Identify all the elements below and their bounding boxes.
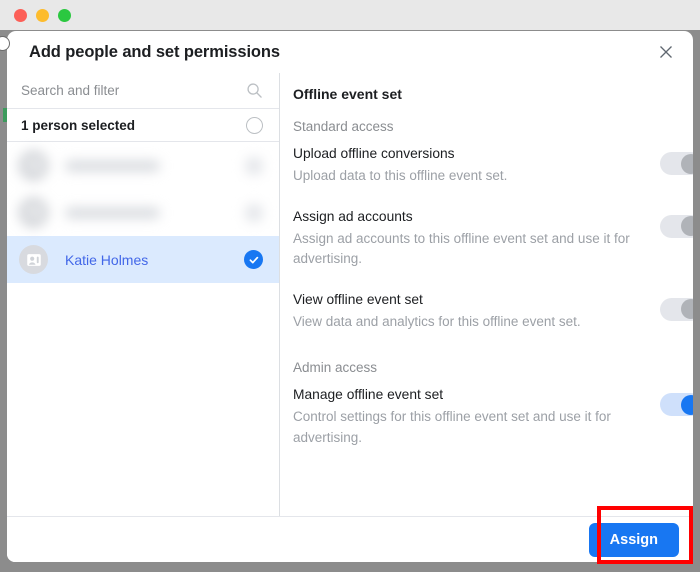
group-label-standard: Standard access: [293, 119, 394, 134]
toggle-knob: [680, 299, 693, 320]
check-circle-icon[interactable]: [244, 250, 263, 269]
group-label-admin: Admin access: [293, 360, 378, 376]
contact-card-icon: [26, 253, 41, 266]
list-item-select-circle[interactable]: [245, 156, 263, 175]
permission-name: Upload offline conversions: [293, 146, 455, 161]
list-item-label: [65, 207, 160, 218]
permission-text: Assign ad accounts Assign ad accounts to…: [293, 209, 638, 270]
permission-assign-ad-accounts: Assign ad accounts Assign ad accounts to…: [293, 209, 693, 270]
toggle-knob: [680, 394, 693, 415]
toggle-manage-offline-event-set[interactable]: [660, 393, 693, 417]
list-item-label: Katie Holmes: [65, 251, 149, 268]
permission-name: View offline event set: [293, 291, 423, 307]
add-people-dialog: Add people and set permissions 1: [7, 31, 693, 562]
window-frame-bottom: [0, 562, 700, 572]
select-all-circle-icon[interactable]: [246, 116, 263, 134]
toggle-knob: [680, 216, 693, 237]
avatar: [19, 198, 48, 227]
selected-count-row: 1 person selected: [7, 109, 279, 142]
dialog-body: 1 person selected: [7, 73, 693, 516]
search-row[interactable]: [7, 73, 279, 109]
check-icon: [249, 256, 258, 263]
avatar: [19, 151, 48, 180]
permissions-panel: Offline event set Standard access Upload…: [280, 73, 693, 516]
permission-name: Manage offline event set: [293, 387, 444, 403]
people-panel: 1 person selected: [7, 73, 280, 516]
toggle-view-offline-event-set[interactable]: [660, 297, 693, 321]
permission-description: View data and analytics for this offline…: [293, 313, 581, 329]
window-minimize-button[interactable]: [36, 8, 49, 22]
dialog-footer: Assign: [7, 516, 693, 562]
dialog-header: Add people and set permissions: [7, 31, 693, 73]
contact-card-icon: [26, 159, 41, 172]
permission-text: Manage offline event set Control setting…: [293, 387, 638, 448]
list-item-katie-holmes[interactable]: Katie Holmes: [7, 236, 279, 283]
permission-description: Upload data to this offline event set.: [293, 168, 508, 183]
permissions-section-title: Offline event set: [293, 86, 402, 102]
list-item[interactable]: [7, 142, 279, 189]
search-icon: [247, 83, 262, 98]
avatar: [19, 245, 48, 274]
window-frame-right: [693, 30, 700, 572]
app-window: Add people and set permissions 1: [0, 0, 700, 572]
permission-upload-offline-conversions: Upload offline conversions Upload data t…: [293, 146, 693, 187]
permission-text: View offline event set View data and ana…: [293, 292, 638, 333]
assign-button[interactable]: Assign: [588, 522, 679, 557]
toggle-assign-ad-accounts[interactable]: [660, 214, 693, 238]
permission-manage-offline-event-set: Manage offline event set Control setting…: [293, 387, 693, 448]
contact-card-icon: [26, 206, 41, 219]
window-maximize-button[interactable]: [58, 8, 71, 22]
page-title: Add people and set permissions: [29, 42, 280, 61]
list-item[interactable]: [7, 189, 279, 236]
permission-description: Control settings for this offline event …: [293, 409, 611, 445]
toggle-upload-offline-conversions[interactable]: [660, 152, 693, 175]
selected-count-label: 1 person selected: [21, 117, 136, 133]
window-close-button[interactable]: [14, 8, 27, 22]
list-item-label: [65, 160, 160, 171]
search-input[interactable]: [21, 83, 246, 98]
close-icon: [660, 46, 672, 58]
permission-view-offline-event-set: View offline event set View data and ana…: [293, 292, 693, 333]
list-item-select-circle[interactable]: [245, 203, 263, 222]
close-button[interactable]: [653, 39, 679, 65]
window-titlebar: [0, 0, 700, 30]
permission-name: Assign ad accounts: [293, 208, 413, 224]
toggle-knob: [680, 153, 693, 174]
permission-description: Assign ad accounts to this offline event…: [293, 230, 630, 267]
permission-text: Upload offline conversions Upload data t…: [293, 146, 638, 187]
